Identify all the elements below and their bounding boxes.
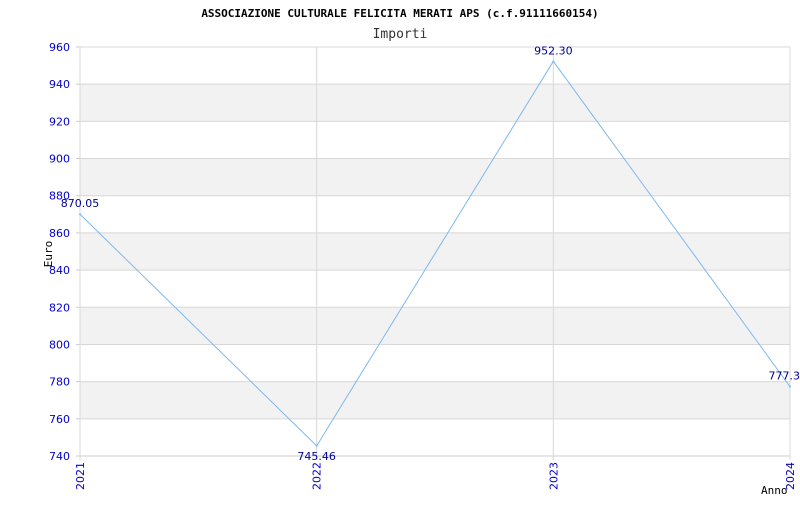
data-point [79,213,81,215]
y-tick-label: 860 [49,227,70,240]
y-tick-label: 760 [49,413,70,426]
y-tick-label: 920 [49,115,70,128]
data-point [316,445,318,447]
background-bands [80,84,790,419]
background-band [80,382,790,419]
chart: ASSOCIAZIONE CULTURALE FELICITA MERATI A… [0,0,800,500]
x-tick-label: 2022 [311,462,324,490]
y-tick-label: 800 [49,338,70,351]
y-tick-label: 960 [49,41,70,54]
x-tick-label: 2023 [547,462,560,490]
background-band [80,84,790,121]
y-tick-label: 900 [49,153,70,166]
y-tick-label: 780 [49,376,70,389]
line-chart: ASSOCIAZIONE CULTURALE FELICITA MERATI A… [0,0,800,500]
background-band [80,307,790,344]
y-axis-title: Euro [42,241,55,268]
x-tick-label: 2021 [74,462,87,490]
y-tick-label: 740 [49,450,70,463]
data-label: 952.30 [534,44,573,57]
data-label: 777.3 [769,370,800,383]
data-label: 870.05 [61,197,100,210]
background-band [80,159,790,196]
x-axis-title: Anno [761,484,788,497]
y-tick-label: 820 [49,301,70,314]
data-label: 745.46 [297,450,336,463]
chart-header: ASSOCIAZIONE CULTURALE FELICITA MERATI A… [201,7,598,20]
background-band [80,233,790,270]
chart-title: Importi [373,27,428,42]
data-point [552,60,554,62]
data-point [789,386,791,388]
y-tick-label: 940 [49,78,70,91]
